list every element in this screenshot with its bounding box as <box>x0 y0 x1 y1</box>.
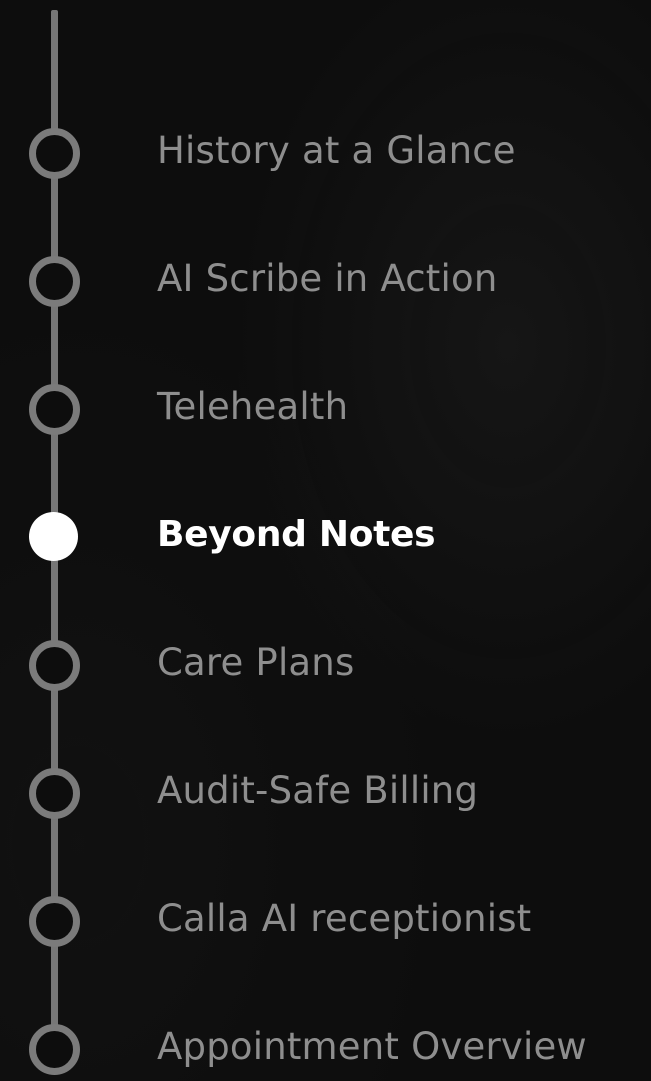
timeline-node-icon <box>29 1024 80 1075</box>
timeline-item-appointment-overview[interactable]: Appointment Overview <box>0 997 651 1081</box>
timeline-node-icon <box>29 256 80 307</box>
timeline-item-history-at-a-glance[interactable]: History at a Glance <box>0 101 651 201</box>
timeline-item-label: Appointment Overview <box>157 1025 587 1068</box>
timeline-item-label: AI Scribe in Action <box>157 257 498 300</box>
timeline-node-icon <box>29 768 80 819</box>
timeline-item-care-plans[interactable]: Care Plans <box>0 613 651 713</box>
timeline-item-beyond-notes[interactable]: Beyond Notes <box>0 485 651 585</box>
timeline-item-calla-ai-receptionist[interactable]: Calla AI receptionist <box>0 869 651 969</box>
timeline-item-label: Telehealth <box>157 385 349 428</box>
timeline-item-ai-scribe-in-action[interactable]: AI Scribe in Action <box>0 229 651 329</box>
timeline-node-icon <box>29 640 80 691</box>
timeline-node-icon <box>29 384 80 435</box>
timeline-node-active-icon <box>29 512 78 561</box>
timeline-node-icon <box>29 128 80 179</box>
timeline-item-label: History at a Glance <box>157 129 516 172</box>
timeline-node-icon <box>29 896 80 947</box>
section-timeline-nav: History at a Glance AI Scribe in Action … <box>0 0 651 1081</box>
timeline-item-telehealth[interactable]: Telehealth <box>0 357 651 457</box>
timeline-item-label: Audit-Safe Billing <box>157 769 479 812</box>
timeline-item-audit-safe-billing[interactable]: Audit-Safe Billing <box>0 741 651 841</box>
timeline-item-label: Calla AI receptionist <box>157 897 532 940</box>
timeline-item-label-active: Beyond Notes <box>157 514 436 555</box>
timeline-item-label: Care Plans <box>157 641 355 684</box>
